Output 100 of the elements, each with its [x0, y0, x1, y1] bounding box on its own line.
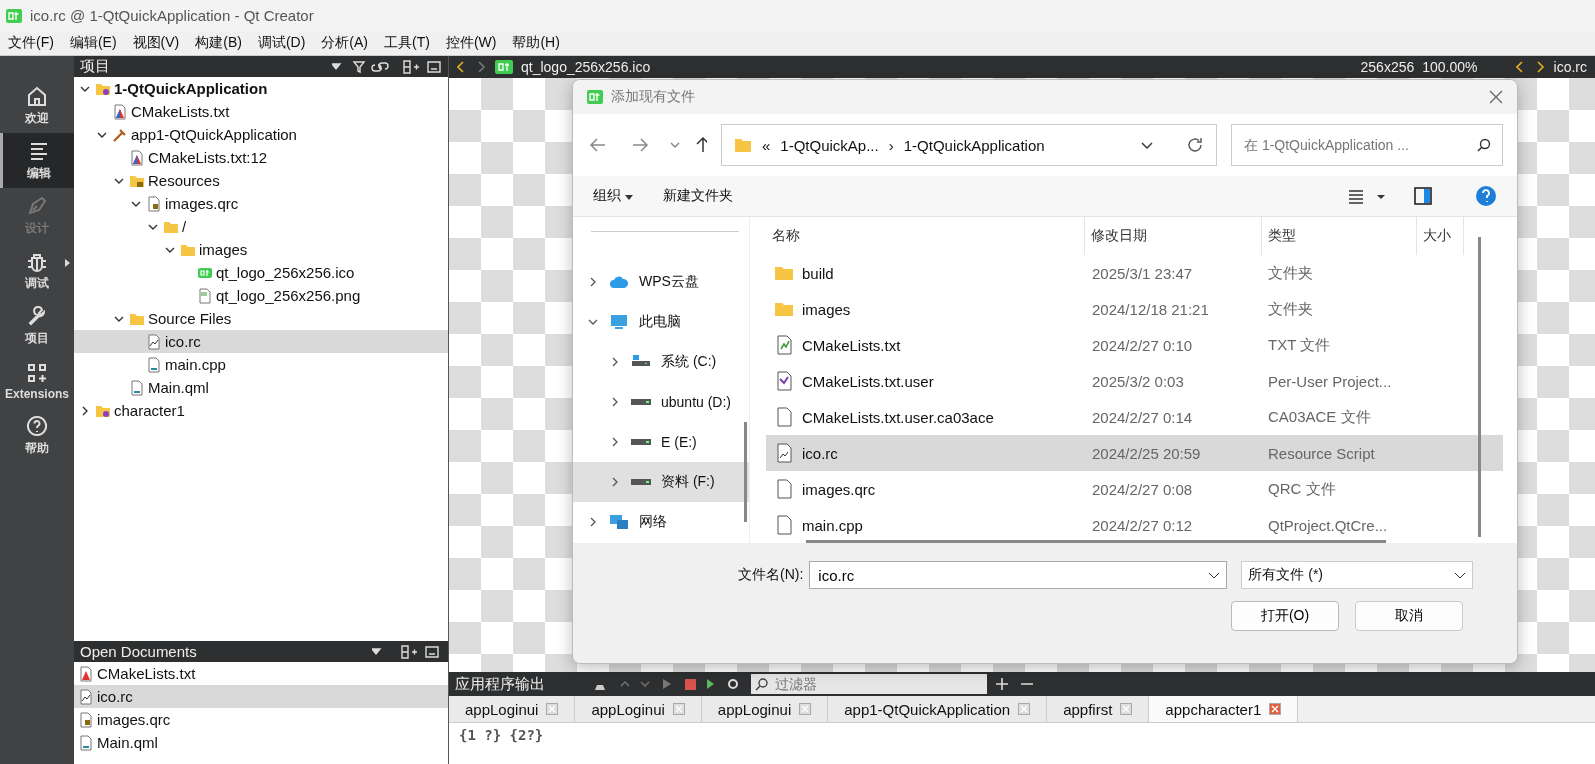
- image-file-icon: [146, 333, 162, 350]
- tree-item[interactable]: main.cpp: [74, 353, 448, 376]
- nav-item[interactable]: ubuntu (D:): [573, 382, 749, 422]
- nav-item[interactable]: 此电脑: [573, 302, 749, 342]
- mode-button[interactable]: 欢迎: [0, 78, 74, 133]
- nav-item[interactable]: 系统 (C:): [573, 342, 749, 382]
- file-row[interactable]: main.cpp 2024/2/27 0:12 QtProject.QtCre...: [766, 507, 1503, 543]
- output-tab[interactable]: appfirst: [1047, 696, 1150, 722]
- open-document-item[interactable]: images.qrc: [74, 708, 448, 731]
- nav-item[interactable]: 网络: [573, 502, 749, 542]
- tree-item[interactable]: qt_logo_256x256.ico: [74, 261, 448, 284]
- menu-item[interactable]: 编辑(E): [61, 34, 125, 52]
- qml-file-icon: [129, 379, 145, 396]
- nav-item[interactable]: E (E:): [573, 422, 749, 462]
- window-title: ico.rc @ 1-QtQuickApplication - Qt Creator: [30, 7, 314, 24]
- new-folder-button[interactable]: 新建文件夹: [662, 187, 733, 205]
- nav-item[interactable]: WPS云盘: [573, 262, 749, 302]
- mode-button[interactable]: Extensions: [0, 353, 74, 408]
- nav-item[interactable]: 资料 (F:): [573, 462, 749, 502]
- filter-field[interactable]: 过滤器: [773, 675, 977, 693]
- menu-item[interactable]: 分析(A): [313, 34, 376, 52]
- file-icon: [78, 734, 94, 751]
- file-row[interactable]: images 2024/12/18 21:21 文件夹: [766, 291, 1503, 327]
- file-icon: [78, 665, 94, 682]
- navigation-arrows-icon[interactable]: [587, 135, 707, 155]
- panel-title: 项目: [80, 57, 110, 76]
- image-file-icon: [197, 287, 213, 304]
- drive-icon: [631, 479, 651, 485]
- menu-item[interactable]: 调试(D): [249, 34, 314, 52]
- document-name[interactable]: ico.rc: [1553, 59, 1587, 75]
- document-name[interactable]: qt_logo_256x256.ico: [521, 59, 651, 75]
- file-row[interactable]: CMakeLists.txt.user.ca03ace 2024/2/27 0:14 CA03ACE 文件: [766, 399, 1503, 435]
- open-button[interactable]: 打开(O): [1231, 601, 1339, 631]
- mode-button[interactable]: 编辑: [0, 133, 74, 188]
- tree-item[interactable]: character1: [74, 399, 448, 422]
- column-header[interactable]: 修改日期: [1085, 217, 1262, 255]
- menu-item[interactable]: 工具(T): [376, 34, 438, 52]
- image-file-icon: [774, 443, 794, 463]
- tree-item[interactable]: Source Files: [74, 307, 448, 330]
- network-icon: [609, 513, 629, 531]
- menu-item[interactable]: 帮助(H): [504, 34, 568, 52]
- output-tab[interactable]: appcharacter1: [1149, 696, 1299, 722]
- mode-button[interactable]: 帮助: [0, 408, 74, 463]
- folder-icon: [734, 137, 752, 153]
- file-icon: [774, 479, 794, 499]
- open-document-item[interactable]: CMakeLists.txt: [74, 662, 448, 685]
- tree-item[interactable]: ico.rc: [74, 330, 448, 353]
- tree-item[interactable]: /: [74, 215, 448, 238]
- tree-item[interactable]: qt_logo_256x256.png: [74, 284, 448, 307]
- dialog-title: 添加现有文件: [611, 88, 695, 106]
- panel-title: Open Documents: [80, 643, 197, 660]
- menu-item[interactable]: 视图(V): [124, 34, 188, 52]
- nav-arrows-icon[interactable]: [1515, 61, 1546, 73]
- search-icon: [1476, 137, 1492, 153]
- tree-item[interactable]: CMakeLists.txt: [74, 100, 448, 123]
- output-tab[interactable]: appLoginui: [575, 696, 702, 722]
- file-row[interactable]: ico.rc 2024/2/25 20:59 Resource Script: [766, 435, 1503, 471]
- tree-item[interactable]: images: [74, 238, 448, 261]
- organize-button[interactable]: 组织: [593, 187, 633, 205]
- resource-file-icon: [146, 195, 162, 212]
- tree-item[interactable]: Main.qml: [74, 376, 448, 399]
- mode-button[interactable]: 项目: [0, 298, 74, 353]
- file-row[interactable]: images.qrc 2024/2/27 0:08 QRC 文件: [766, 471, 1503, 507]
- output-tab[interactable]: appLoginui: [701, 696, 829, 722]
- search-icon: [755, 677, 769, 691]
- tree-item[interactable]: images.qrc: [74, 192, 448, 215]
- column-header[interactable]: 名称: [766, 217, 1085, 255]
- file-icon: [774, 515, 794, 535]
- column-header[interactable]: 大小: [1417, 217, 1464, 255]
- file-row[interactable]: CMakeLists.txt 2024/2/27 0:10 TXT 文件: [766, 327, 1503, 363]
- panel-tool-icons[interactable]: [372, 643, 442, 660]
- file-row[interactable]: CMakeLists.txt.user 2025/3/2 0:03 Per-User Project...: [766, 363, 1503, 399]
- close-icon[interactable]: [1489, 90, 1503, 104]
- filter-box[interactable]: 过滤器: [751, 674, 987, 694]
- panel-tool-icons[interactable]: [332, 58, 442, 75]
- menu-item[interactable]: 控件(W): [437, 34, 505, 52]
- file-row[interactable]: build 2025/3/1 23:47 文件夹: [766, 255, 1503, 291]
- tree-item[interactable]: 1-QtQuickApplication: [74, 77, 448, 100]
- output-tab[interactable]: appLoginui: [449, 696, 576, 722]
- column-header[interactable]: 类型: [1262, 217, 1417, 255]
- output-tab[interactable]: app1-QtQuickApplication: [828, 696, 1048, 722]
- address-bar[interactable]: « 1-QtQuickAp... › 1-QtQuickApplication: [721, 124, 1217, 166]
- open-document-item[interactable]: Main.qml: [74, 731, 448, 754]
- view-options-icon[interactable]: [1347, 185, 1497, 207]
- cmake-file-icon: [112, 103, 128, 120]
- mode-button[interactable]: 调试: [0, 243, 74, 298]
- cancel-button[interactable]: 取消: [1355, 601, 1463, 631]
- image-size: 256x256: [1360, 59, 1415, 75]
- menu-item[interactable]: 构建(B): [187, 34, 250, 52]
- close-icon[interactable]: [1269, 703, 1282, 715]
- open-document-item[interactable]: ico.rc: [74, 685, 448, 708]
- tree-item[interactable]: Resources: [74, 169, 448, 192]
- tree-item[interactable]: app1-QtQuickApplication: [74, 123, 448, 146]
- tree-item[interactable]: CMakeLists.txt:12: [74, 146, 448, 169]
- search-box[interactable]: 在 1-QtQuickApplication ...: [1231, 124, 1503, 166]
- zoom-level: 100.00%: [1422, 59, 1478, 75]
- filename-field[interactable]: ico.rc: [809, 561, 1228, 589]
- refresh-icon[interactable]: [1186, 136, 1204, 154]
- file-type-dropdown[interactable]: 所有文件 (*): [1241, 561, 1474, 589]
- menu-item[interactable]: 文件(F): [0, 34, 62, 52]
